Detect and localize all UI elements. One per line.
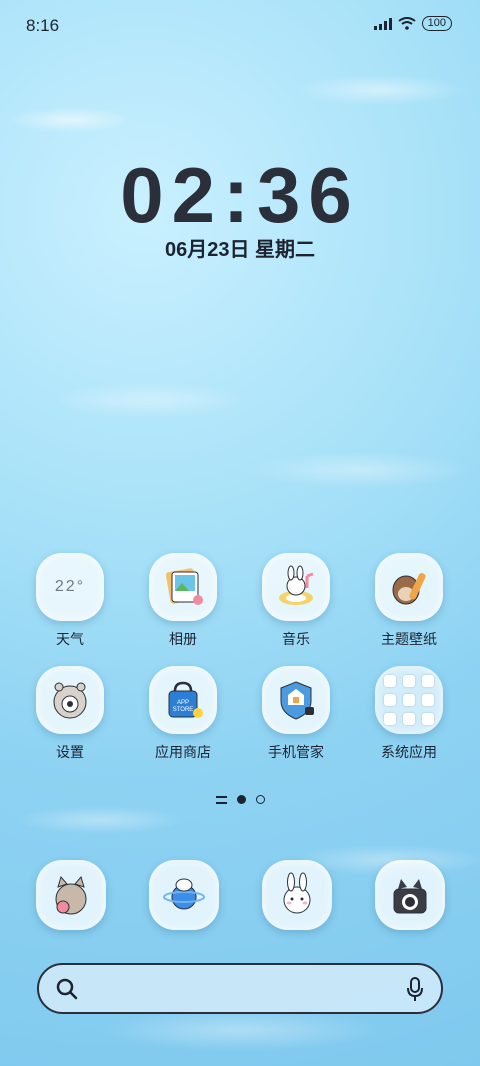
status-bar: 8:16 100 xyxy=(0,0,480,50)
status-icons: 100 xyxy=(373,16,452,31)
app-gallery[interactable]: 相册 xyxy=(133,553,233,665)
search-bar[interactable] xyxy=(37,963,443,1014)
dock-bunny-icon[interactable] xyxy=(262,860,332,930)
app-settings[interactable]: 设置 xyxy=(20,666,120,778)
app-label: 手机管家 xyxy=(268,744,324,760)
app-store-bag-icon: APP STORE xyxy=(149,666,217,734)
date-text: 06月23日 星期二 xyxy=(164,239,316,261)
app-label: 相册 xyxy=(169,631,197,647)
app-weather[interactable]: 22° 天气 xyxy=(20,553,120,665)
battery-indicator: 100 xyxy=(421,16,452,31)
gallery-icon xyxy=(149,553,217,621)
clock-widget[interactable]: 02:36 xyxy=(0,150,480,241)
app-label: 音乐 xyxy=(282,631,310,647)
page-dot-active xyxy=(236,795,246,804)
app-label: 设置 xyxy=(56,744,84,760)
app-label: 应用商店 xyxy=(155,744,211,760)
wifi-icon xyxy=(398,17,416,30)
app-themes[interactable]: 主题壁纸 xyxy=(359,553,459,665)
app-system-folder[interactable]: 系统应用 xyxy=(359,666,459,778)
page-indicator[interactable] xyxy=(0,795,480,804)
dock-planet-icon[interactable] xyxy=(149,860,219,930)
page-dot xyxy=(255,795,265,804)
app-phone-manager[interactable]: 手机管家 xyxy=(246,666,346,778)
app-store-badge-line2: STORE xyxy=(173,707,194,713)
page-list-indicator xyxy=(215,795,227,804)
app-music[interactable]: 音乐 xyxy=(246,553,346,665)
otter-brush-icon xyxy=(375,553,443,621)
shield-icon xyxy=(262,666,330,734)
search-icon[interactable] xyxy=(55,977,79,1001)
app-label: 天气 xyxy=(56,631,84,647)
app-store[interactable]: APP STORE 应用商店 xyxy=(133,666,233,778)
music-bunny-icon xyxy=(262,553,330,621)
weather-icon: 22° xyxy=(36,553,104,621)
weather-temp: 22° xyxy=(54,578,86,595)
settings-gear-icon xyxy=(36,666,104,734)
app-store-badge-line1: APP xyxy=(177,700,189,706)
signal-icon xyxy=(373,17,392,30)
microphone-icon[interactable] xyxy=(405,976,425,1002)
folder-grid-icon xyxy=(375,666,443,734)
dock-phone-cat-icon[interactable] xyxy=(36,860,106,930)
app-label: 系统应用 xyxy=(381,744,437,760)
app-label: 主题壁纸 xyxy=(381,631,437,647)
dock-camera-cat-icon[interactable] xyxy=(375,860,445,930)
status-time: 8:16 xyxy=(26,16,60,35)
